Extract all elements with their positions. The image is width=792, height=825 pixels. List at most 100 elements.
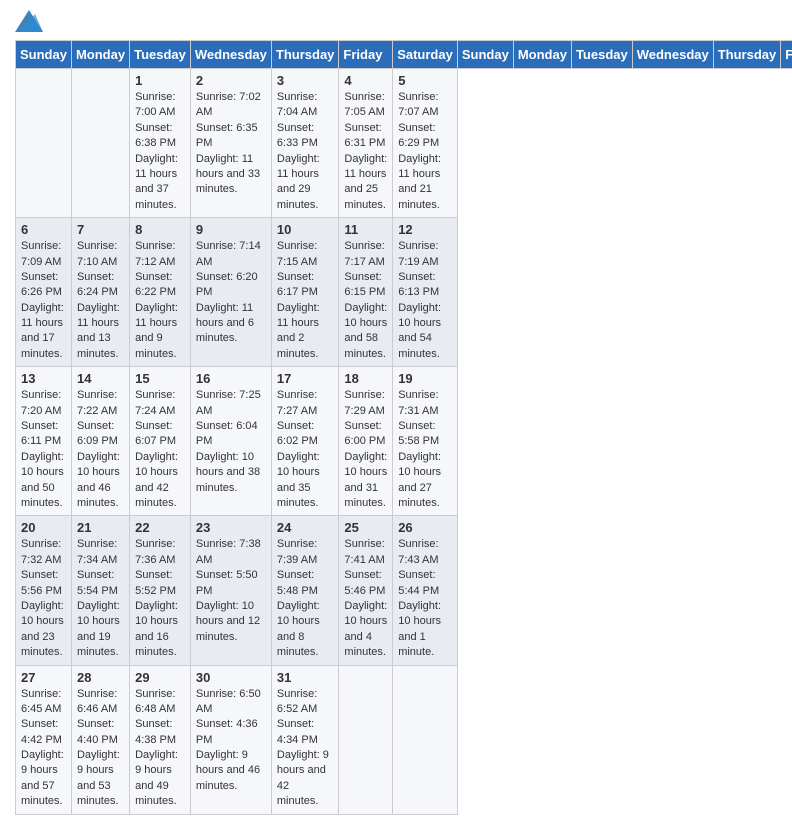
- calendar-cell: 18 Sunrise: 7:29 AM Sunset: 6:00 PM Dayli…: [339, 367, 393, 516]
- calendar-cell: 24 Sunrise: 7:39 AM Sunset: 5:48 PM Dayli…: [271, 516, 339, 665]
- calendar-cell: 14 Sunrise: 7:22 AM Sunset: 6:09 PM Dayli…: [71, 367, 129, 516]
- calendar-cell: 3 Sunrise: 7:04 AM Sunset: 6:33 PM Daylig…: [271, 69, 339, 218]
- day-content: Sunrise: 7:04 AM Sunset: 6:33 PM Dayligh…: [277, 90, 334, 213]
- day-content: Sunrise: 6:50 AM Sunset: 4:36 PM Dayligh…: [196, 687, 266, 795]
- calendar-cell: 13 Sunrise: 7:20 AM Sunset: 6:11 PM Dayli…: [16, 367, 72, 516]
- day-number: 9: [196, 222, 266, 237]
- calendar-cell: 30 Sunrise: 6:50 AM Sunset: 4:36 PM Dayli…: [190, 665, 271, 814]
- calendar-cell: 8 Sunrise: 7:12 AM Sunset: 6:22 PM Daylig…: [130, 218, 191, 367]
- calendar-cell: 27Sunrise: 6:45 AM Sunset: 4:42 PM Dayli…: [16, 665, 72, 814]
- calendar-cell: 5 Sunrise: 7:07 AM Sunset: 6:29 PM Daylig…: [393, 69, 458, 218]
- day-content: Sunrise: 7:31 AM Sunset: 5:58 PM Dayligh…: [398, 388, 452, 511]
- logo: [15, 10, 47, 32]
- logo-icon: [15, 10, 43, 32]
- calendar-table: SundayMondayTuesdayWednesdayThursdayFrid…: [15, 40, 792, 815]
- header-monday: Monday: [513, 41, 571, 69]
- calendar-week-row: 6Sunrise: 7:09 AM Sunset: 6:26 PM Daylig…: [16, 218, 792, 367]
- day-number: 16: [196, 371, 266, 386]
- calendar-cell: 15 Sunrise: 7:24 AM Sunset: 6:07 PM Dayli…: [130, 367, 191, 516]
- calendar-week-row: 13 Sunrise: 7:20 AM Sunset: 6:11 PM Dayli…: [16, 367, 792, 516]
- header-day-friday: Friday: [339, 41, 393, 69]
- day-number: 14: [77, 371, 124, 386]
- calendar-cell: 11Sunrise: 7:17 AM Sunset: 6:15 PM Dayli…: [339, 218, 393, 367]
- day-content: Sunrise: 7:22 AM Sunset: 6:09 PM Dayligh…: [77, 388, 124, 511]
- calendar-cell: 6Sunrise: 7:09 AM Sunset: 6:26 PM Daylig…: [16, 218, 72, 367]
- calendar-cell: 10Sunrise: 7:15 AM Sunset: 6:17 PM Dayli…: [271, 218, 339, 367]
- calendar-cell: 7Sunrise: 7:10 AM Sunset: 6:24 PM Daylig…: [71, 218, 129, 367]
- day-content: Sunrise: 7:25 AM Sunset: 6:04 PM Dayligh…: [196, 388, 266, 496]
- header-friday: Friday: [781, 41, 792, 69]
- day-content: Sunrise: 6:46 AM Sunset: 4:40 PM Dayligh…: [77, 687, 124, 810]
- day-number: 30: [196, 670, 266, 685]
- day-content: Sunrise: 6:52 AM Sunset: 4:34 PM Dayligh…: [277, 687, 334, 810]
- day-number: 18: [344, 371, 387, 386]
- header-day-sunday: Sunday: [16, 41, 72, 69]
- day-content: Sunrise: 7:20 AM Sunset: 6:11 PM Dayligh…: [21, 388, 66, 511]
- day-content: Sunrise: 7:17 AM Sunset: 6:15 PM Dayligh…: [344, 239, 387, 362]
- day-number: 8: [135, 222, 185, 237]
- calendar-cell: 12Sunrise: 7:19 AM Sunset: 6:13 PM Dayli…: [393, 218, 458, 367]
- calendar-cell: [16, 69, 72, 218]
- day-number: 1: [135, 73, 185, 88]
- calendar-cell: 9 Sunrise: 7:14 AM Sunset: 6:20 PM Daylig…: [190, 218, 271, 367]
- day-content: Sunrise: 7:41 AM Sunset: 5:46 PM Dayligh…: [344, 537, 387, 660]
- page-header: [15, 10, 777, 32]
- day-content: Sunrise: 7:36 AM Sunset: 5:52 PM Dayligh…: [135, 537, 185, 660]
- day-content: Sunrise: 7:14 AM Sunset: 6:20 PM Dayligh…: [196, 239, 266, 347]
- calendar-cell: 28 Sunrise: 6:46 AM Sunset: 4:40 PM Dayli…: [71, 665, 129, 814]
- day-number: 13: [21, 371, 66, 386]
- calendar-cell: 2 Sunrise: 7:02 AM Sunset: 6:35 PM Daylig…: [190, 69, 271, 218]
- calendar-cell: 26Sunrise: 7:43 AM Sunset: 5:44 PM Dayli…: [393, 516, 458, 665]
- header-thursday: Thursday: [713, 41, 781, 69]
- day-number: 5: [398, 73, 452, 88]
- calendar-cell: 19Sunrise: 7:31 AM Sunset: 5:58 PM Dayli…: [393, 367, 458, 516]
- day-number: 2: [196, 73, 266, 88]
- day-number: 15: [135, 371, 185, 386]
- day-content: Sunrise: 7:39 AM Sunset: 5:48 PM Dayligh…: [277, 537, 334, 660]
- calendar-cell: 31Sunrise: 6:52 AM Sunset: 4:34 PM Dayli…: [271, 665, 339, 814]
- calendar-cell: 29Sunrise: 6:48 AM Sunset: 4:38 PM Dayli…: [130, 665, 191, 814]
- day-content: Sunrise: 7:00 AM Sunset: 6:38 PM Dayligh…: [135, 90, 185, 213]
- day-number: 22: [135, 520, 185, 535]
- day-number: 23: [196, 520, 266, 535]
- day-number: 25: [344, 520, 387, 535]
- day-content: Sunrise: 7:19 AM Sunset: 6:13 PM Dayligh…: [398, 239, 452, 362]
- day-number: 3: [277, 73, 334, 88]
- header-day-saturday: Saturday: [393, 41, 458, 69]
- day-number: 28: [77, 670, 124, 685]
- calendar-cell: 1 Sunrise: 7:00 AM Sunset: 6:38 PM Daylig…: [130, 69, 191, 218]
- day-number: 24: [277, 520, 334, 535]
- day-number: 17: [277, 371, 334, 386]
- calendar-cell: 22 Sunrise: 7:36 AM Sunset: 5:52 PM Dayli…: [130, 516, 191, 665]
- header-day-thursday: Thursday: [271, 41, 339, 69]
- day-content: Sunrise: 7:10 AM Sunset: 6:24 PM Dayligh…: [77, 239, 124, 362]
- day-content: Sunrise: 7:29 AM Sunset: 6:00 PM Dayligh…: [344, 388, 387, 511]
- calendar-cell: 16 Sunrise: 7:25 AM Sunset: 6:04 PM Dayli…: [190, 367, 271, 516]
- calendar-week-row: 27Sunrise: 6:45 AM Sunset: 4:42 PM Dayli…: [16, 665, 792, 814]
- calendar-cell: 21 Sunrise: 7:34 AM Sunset: 5:54 PM Dayli…: [71, 516, 129, 665]
- header-wednesday: Wednesday: [632, 41, 713, 69]
- calendar-cell: 20 Sunrise: 7:32 AM Sunset: 5:56 PM Dayli…: [16, 516, 72, 665]
- calendar-header-row: SundayMondayTuesdayWednesdayThursdayFrid…: [16, 41, 792, 69]
- header-tuesday: Tuesday: [571, 41, 632, 69]
- day-content: Sunrise: 7:24 AM Sunset: 6:07 PM Dayligh…: [135, 388, 185, 511]
- calendar-cell: 25 Sunrise: 7:41 AM Sunset: 5:46 PM Dayli…: [339, 516, 393, 665]
- calendar-cell: 23Sunrise: 7:38 AM Sunset: 5:50 PM Dayli…: [190, 516, 271, 665]
- calendar-week-row: 1 Sunrise: 7:00 AM Sunset: 6:38 PM Daylig…: [16, 69, 792, 218]
- day-content: Sunrise: 7:27 AM Sunset: 6:02 PM Dayligh…: [277, 388, 334, 511]
- header-day-tuesday: Tuesday: [130, 41, 191, 69]
- calendar-week-row: 20 Sunrise: 7:32 AM Sunset: 5:56 PM Dayli…: [16, 516, 792, 665]
- day-content: Sunrise: 7:02 AM Sunset: 6:35 PM Dayligh…: [196, 90, 266, 198]
- calendar-cell: 4Sunrise: 7:05 AM Sunset: 6:31 PM Daylig…: [339, 69, 393, 218]
- day-number: 20: [21, 520, 66, 535]
- day-number: 10: [277, 222, 334, 237]
- calendar-cell: [339, 665, 393, 814]
- day-number: 21: [77, 520, 124, 535]
- day-content: Sunrise: 7:43 AM Sunset: 5:44 PM Dayligh…: [398, 537, 452, 660]
- calendar-cell: [393, 665, 458, 814]
- day-content: Sunrise: 7:07 AM Sunset: 6:29 PM Dayligh…: [398, 90, 452, 213]
- day-content: Sunrise: 7:12 AM Sunset: 6:22 PM Dayligh…: [135, 239, 185, 362]
- day-content: Sunrise: 7:09 AM Sunset: 6:26 PM Dayligh…: [21, 239, 66, 362]
- day-content: Sunrise: 7:32 AM Sunset: 5:56 PM Dayligh…: [21, 537, 66, 660]
- day-content: Sunrise: 7:34 AM Sunset: 5:54 PM Dayligh…: [77, 537, 124, 660]
